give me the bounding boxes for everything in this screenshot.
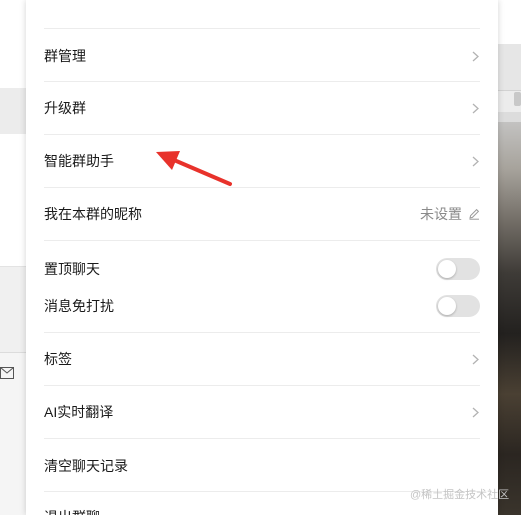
row-label: 我在本群的昵称 bbox=[44, 206, 142, 222]
divider bbox=[44, 134, 480, 135]
settings-row-exit-group[interactable]: 退出群聊 bbox=[44, 505, 480, 515]
row-label: AI实时翻译 bbox=[44, 404, 114, 420]
pin-chat-toggle[interactable] bbox=[436, 258, 480, 280]
chevron-right-icon bbox=[470, 155, 480, 167]
group-settings-panel: 群管理 升级群 智能群助手 我在本群的昵称 未设置 置顶聊天 消息免打扰 标签 … bbox=[26, 0, 498, 515]
background-pane bbox=[498, 112, 521, 122]
settings-row-upgrade-group[interactable]: 升级群 bbox=[44, 96, 480, 120]
background-pane bbox=[0, 266, 26, 353]
pencil-icon[interactable] bbox=[468, 208, 480, 220]
chevron-right-icon bbox=[470, 102, 480, 114]
divider bbox=[44, 240, 480, 241]
chevron-right-icon bbox=[470, 406, 480, 418]
mute-toggle[interactable] bbox=[436, 295, 480, 317]
background-window-right bbox=[498, 0, 521, 515]
divider bbox=[44, 81, 480, 82]
chevron-right-icon bbox=[470, 353, 480, 365]
mail-icon bbox=[0, 367, 14, 379]
background-pane bbox=[0, 0, 26, 88]
settings-row-group-manage[interactable]: 群管理 bbox=[44, 44, 480, 68]
settings-row-my-nickname[interactable]: 我在本群的昵称 未设置 bbox=[44, 202, 480, 226]
settings-row-smart-assistant[interactable]: 智能群助手 bbox=[44, 149, 480, 173]
background-pane bbox=[0, 88, 26, 134]
divider bbox=[44, 28, 480, 29]
background-photo bbox=[498, 112, 521, 515]
row-label: 群管理 bbox=[44, 48, 86, 64]
chevron-right-icon bbox=[470, 50, 480, 62]
settings-row-mute: 消息免打扰 bbox=[44, 294, 480, 318]
divider bbox=[44, 332, 480, 333]
settings-row-pin-chat: 置顶聊天 bbox=[44, 257, 480, 281]
settings-row-ai-translate[interactable]: AI实时翻译 bbox=[44, 400, 480, 424]
row-label: 消息免打扰 bbox=[44, 298, 114, 314]
settings-row-tags[interactable]: 标签 bbox=[44, 347, 480, 371]
row-label: 标签 bbox=[44, 351, 72, 367]
background-toolbar bbox=[498, 44, 521, 91]
divider bbox=[44, 187, 480, 188]
row-label: 置顶聊天 bbox=[44, 261, 100, 277]
row-label: 升级群 bbox=[44, 100, 86, 116]
nickname-value: 未设置 bbox=[420, 206, 462, 222]
settings-row-clear-history[interactable]: 清空聊天记录 bbox=[44, 454, 480, 478]
row-label: 清空聊天记录 bbox=[44, 458, 128, 474]
toggle-knob bbox=[438, 260, 456, 278]
row-label: 智能群助手 bbox=[44, 153, 114, 169]
red-arrow-annotation bbox=[156, 151, 232, 186]
toggle-knob bbox=[438, 297, 456, 315]
watermark: @稀土掘金技术社区 bbox=[410, 489, 510, 501]
background-control bbox=[514, 92, 521, 106]
background-pane bbox=[498, 0, 521, 44]
divider bbox=[44, 438, 480, 439]
row-label: 退出群聊 bbox=[44, 507, 100, 515]
background-window-left bbox=[0, 0, 26, 515]
divider bbox=[44, 385, 480, 386]
background-pane bbox=[0, 134, 26, 266]
